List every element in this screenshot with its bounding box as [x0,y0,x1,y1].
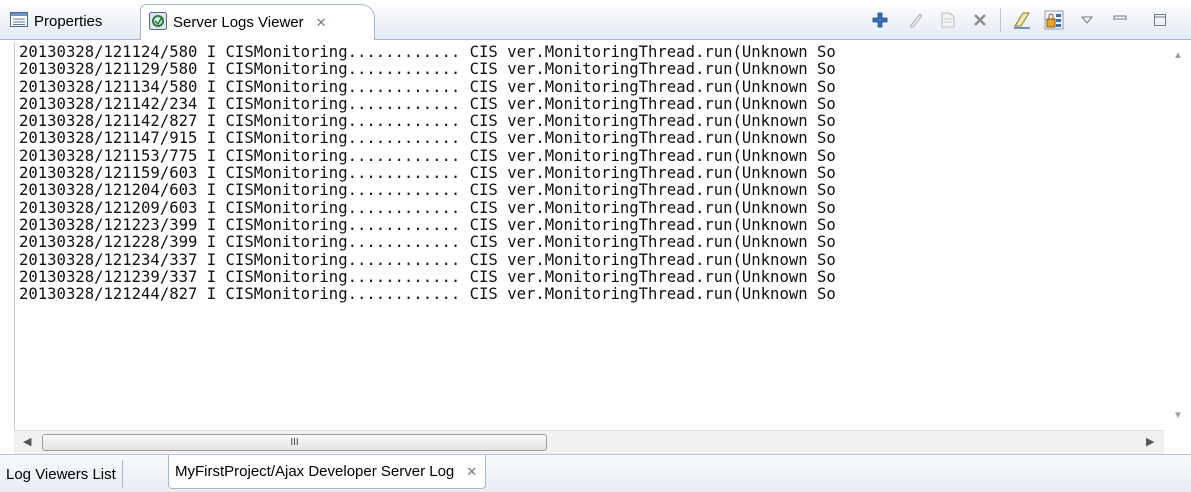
clear-icon[interactable] [1012,10,1032,30]
tab-log-viewers-label: Log Viewers List [6,465,116,483]
log-line: 20130328/121153/775 I CISMonitoring.....… [19,146,836,165]
tab-properties[interactable]: Properties [6,4,108,39]
horizontal-scrollbar[interactable]: ◀ III ▶ [14,430,1164,454]
tab-ajax-developer-server-log[interactable]: MyFirstProject/Ajax Developer Server Log… [168,455,487,489]
minimize-icon[interactable] [1110,10,1130,30]
scroll-right-icon[interactable]: ▶ [1146,435,1154,448]
tab-properties-label: Properties [34,13,103,30]
bottom-tab-bar: Log Viewers List MyFirstProject/Ajax Dev… [0,454,1191,492]
scroll-up-icon[interactable]: ▲ [1173,50,1183,61]
scroll-left-icon[interactable]: ◀ [23,435,31,448]
log-line: 20130328/121234/337 I CISMonitoring.....… [19,250,836,269]
tab-ajax-log-label: MyFirstProject/Ajax Developer Server Log [175,463,455,480]
log-line: 20130328/121124/580 I CISMonitoring.....… [19,43,836,61]
properties-icon [10,12,28,31]
vertical-scrollbar[interactable]: ▲ ▼ [1164,42,1191,430]
view-tab-bar: Properties Server Logs Viewer ✕ [0,0,1191,40]
log-line: 20130328/121142/827 I CISMonitoring.....… [19,112,836,131]
edit-icon[interactable] [906,10,926,30]
log-line: 20130328/121147/915 I CISMonitoring.....… [19,129,836,148]
scroll-thumb-grip: III [290,437,299,448]
log-text-area[interactable]: 20130328/121124/580 I CISMonitoring.....… [14,42,1164,430]
log-line: 20130328/121239/337 I CISMonitoring.....… [19,267,836,286]
maximize-icon[interactable] [1150,10,1170,30]
server-logs-icon [149,11,167,34]
log-line: 20130328/121223/399 I CISMonitoring.....… [19,215,836,234]
log-lines: 20130328/121124/580 I CISMonitoring.....… [15,42,1164,303]
delete-icon[interactable] [970,10,990,30]
horizontal-scroll-thumb[interactable]: III [42,434,547,451]
log-line: 20130328/121209/603 I CISMonitoring.....… [19,198,836,217]
log-line: 20130328/121244/827 I CISMonitoring.....… [19,285,836,304]
view-menu-icon[interactable] [1077,10,1097,30]
tab-log-viewers-list[interactable]: Log Viewers List [6,460,123,488]
add-icon[interactable] [870,10,890,30]
log-line: 20130328/121204/603 I CISMonitoring.....… [19,181,836,200]
log-line: 20130328/121228/399 I CISMonitoring.....… [19,233,836,252]
lock-icon[interactable] [1044,10,1064,30]
log-line: 20130328/121129/580 I CISMonitoring.....… [19,60,836,79]
tab-server-logs-viewer[interactable]: Server Logs Viewer ✕ [140,4,375,40]
tab-server-logs-label: Server Logs Viewer [173,14,304,31]
log-line: 20130328/121134/580 I CISMonitoring.....… [19,77,836,96]
close-icon[interactable]: ✕ [466,464,477,480]
scroll-down-icon[interactable]: ▼ [1173,410,1183,421]
toolbar-separator [1000,8,1001,32]
close-icon[interactable]: ✕ [316,15,327,31]
log-line: 20130328/121142/234 I CISMonitoring.....… [19,94,836,113]
log-line: 20130328/121159/603 I CISMonitoring.....… [19,164,836,183]
document-icon[interactable] [938,10,958,30]
